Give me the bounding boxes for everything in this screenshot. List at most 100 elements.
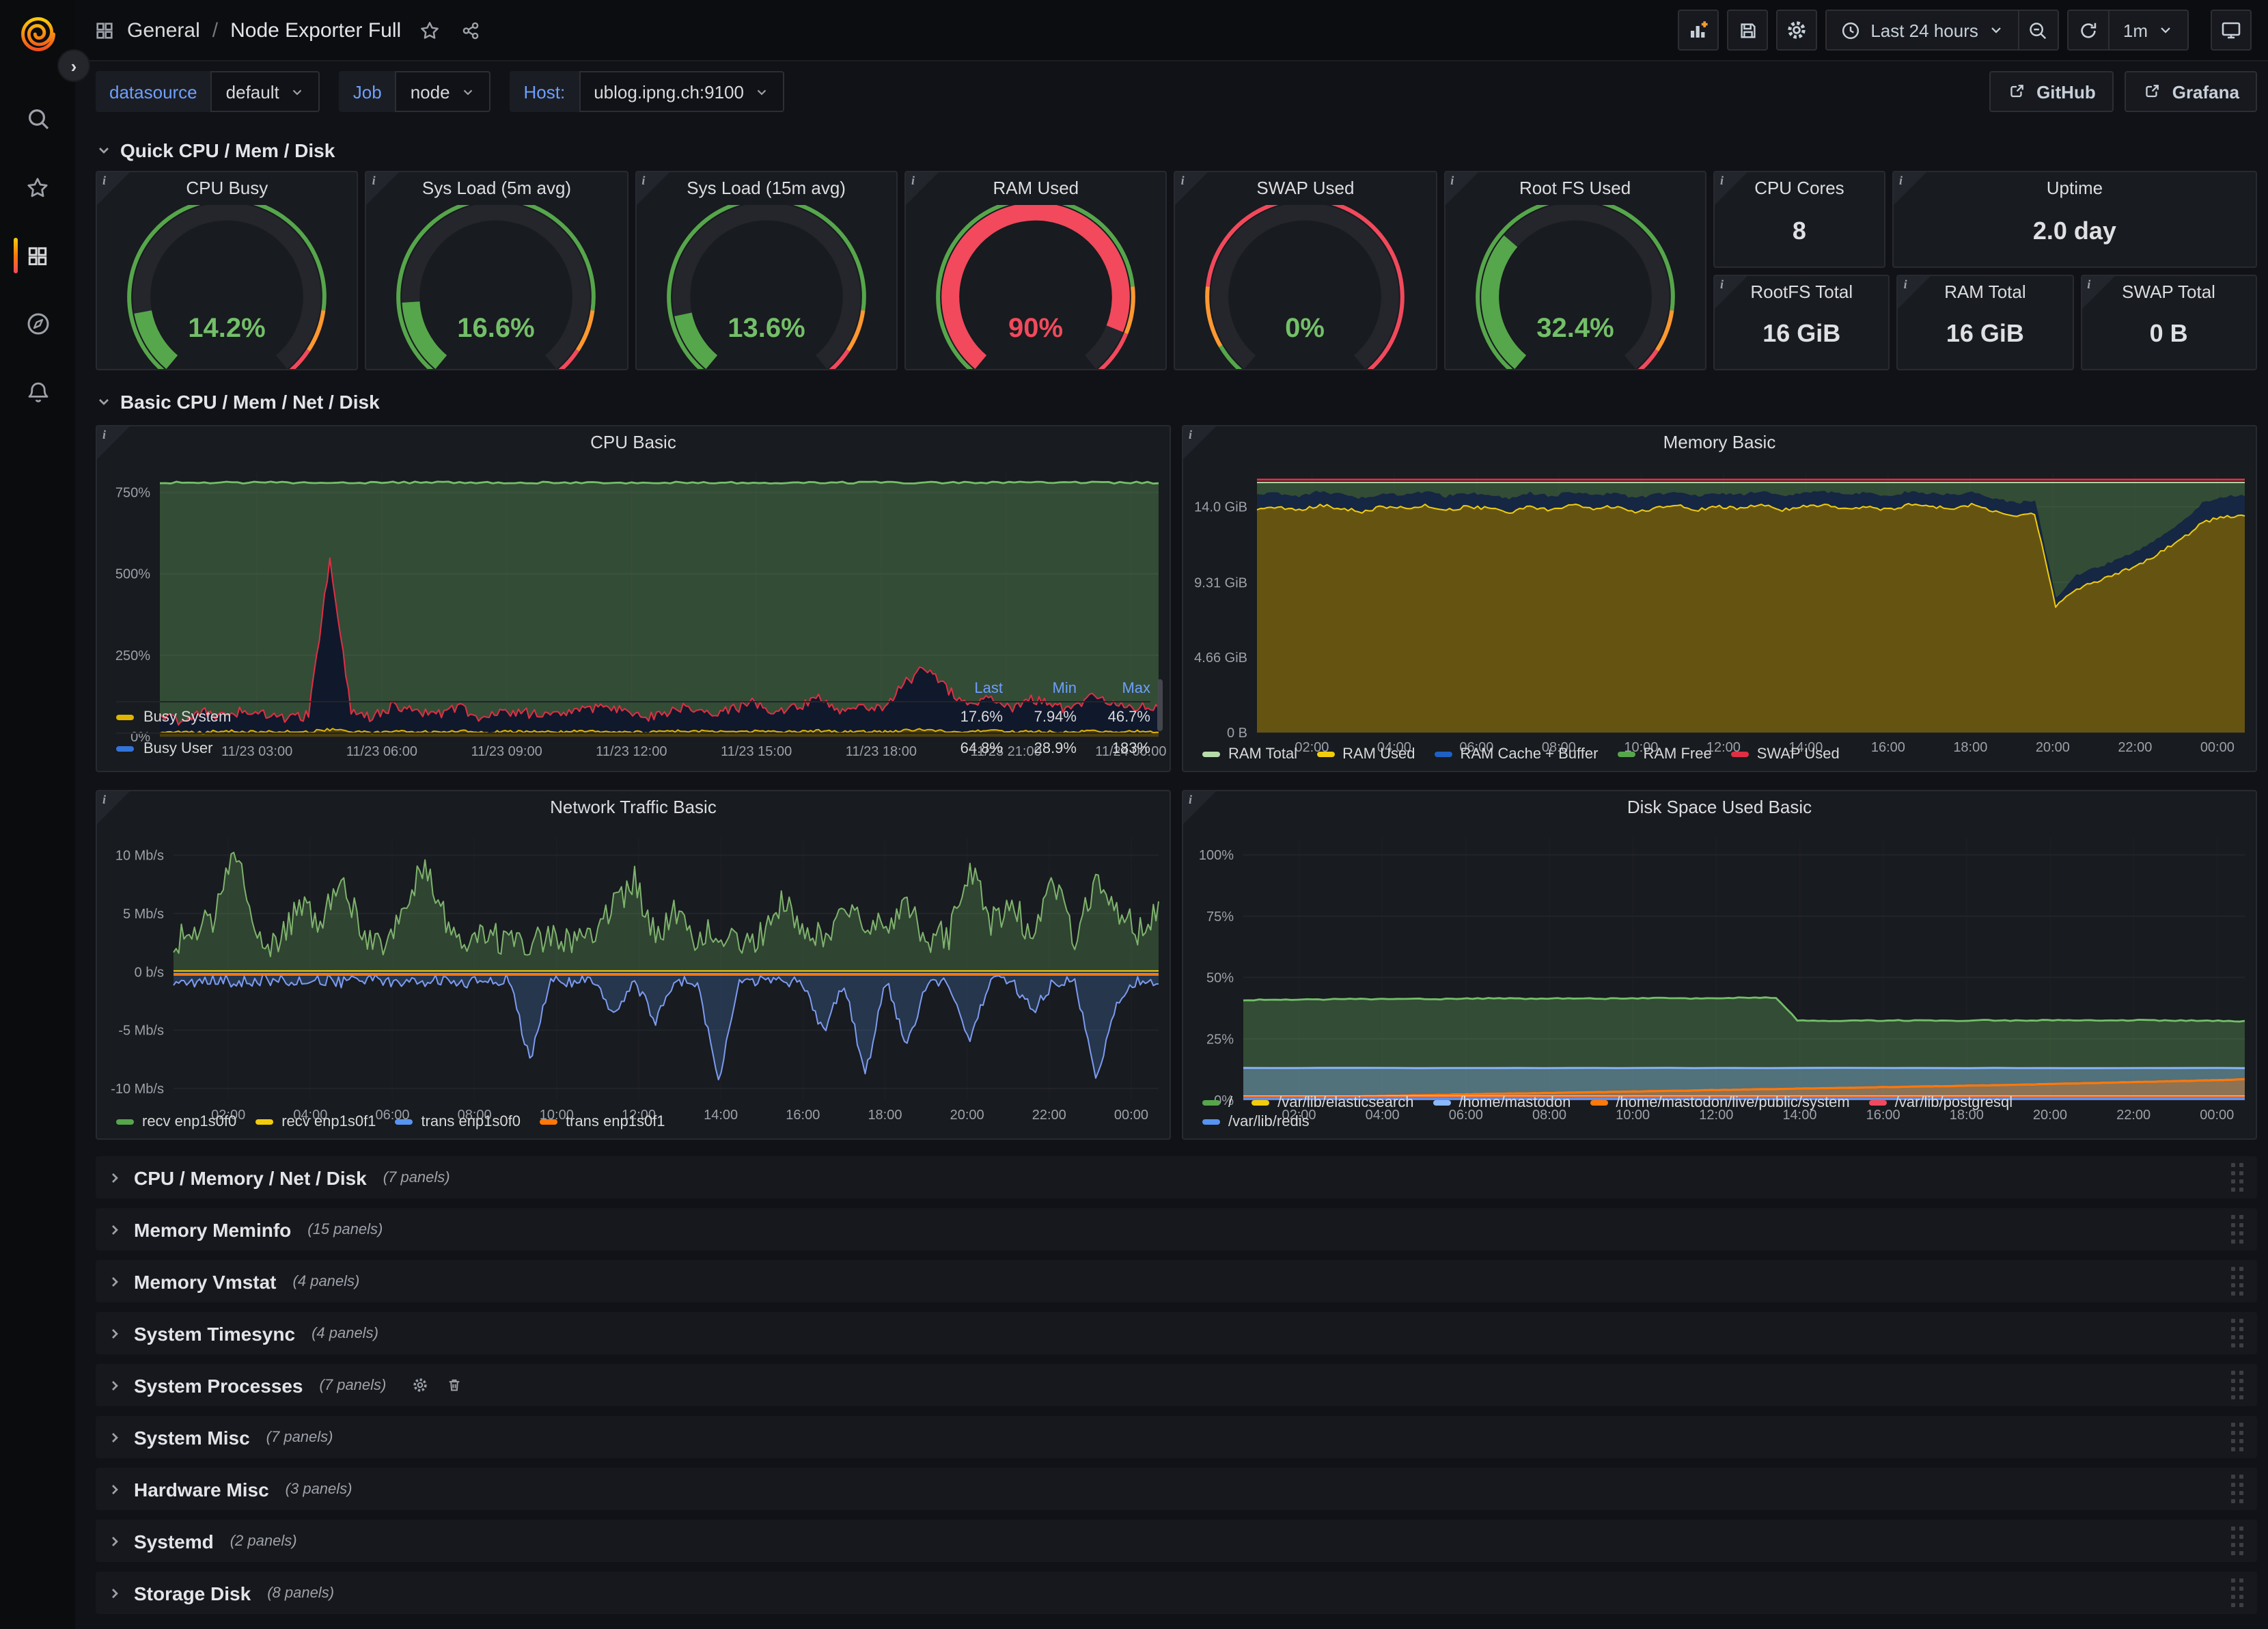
row-drag-handle[interactable] — [2231, 1423, 2243, 1451]
collapsed-row-system-timesync[interactable]: System Timesync(4 panels) — [96, 1312, 2257, 1354]
sidebar-item-search[interactable] — [0, 104, 75, 134]
sidebar-expand-button[interactable]: › — [57, 49, 90, 82]
refresh-interval-picker[interactable]: 1m — [2108, 10, 2189, 51]
share-icon[interactable] — [460, 20, 480, 40]
dashboard-settings-button[interactable] — [1776, 10, 1817, 51]
network-traffic-chart[interactable]: 02:0004:0006:0008:0010:0012:0014:0016:00… — [97, 827, 1170, 1111]
legend-header-min[interactable]: Min — [1003, 681, 1077, 697]
row-drag-handle[interactable] — [2231, 1527, 2243, 1555]
svg-text:4.66 GiB: 4.66 GiB — [1194, 651, 1247, 666]
row-settings-icon[interactable] — [411, 1376, 428, 1394]
legend-item[interactable]: /var/lib/postgresql — [1869, 1095, 2013, 1111]
collapsed-row-system-processes[interactable]: System Processes(7 panels) — [96, 1364, 2257, 1406]
row-title: Systemd — [134, 1530, 214, 1552]
gauge[interactable]: 14.2% — [97, 205, 357, 369]
panel-title[interactable]: SWAP Used — [1176, 172, 1436, 205]
row-drag-handle[interactable] — [2231, 1475, 2243, 1503]
collapsed-row-systemd[interactable]: Systemd(2 panels) — [96, 1520, 2257, 1562]
svg-text:14.2%: 14.2% — [188, 313, 265, 343]
panel-title[interactable]: Disk Space Used Basic — [1183, 791, 2256, 824]
time-picker-group: Last 24 hours — [1825, 10, 2059, 51]
row-drag-handle[interactable] — [2231, 1578, 2243, 1607]
variable-value-dropdown[interactable]: ublog.ipng.ch:9100 — [579, 71, 785, 112]
link-button-grafana[interactable]: Grafana — [2125, 71, 2257, 112]
legend-item[interactable]: recv enp1s0f1 — [255, 1114, 376, 1130]
collapsed-row-storage-disk[interactable]: Storage Disk(8 panels) — [96, 1572, 2257, 1614]
row-drag-handle[interactable] — [2231, 1215, 2243, 1244]
legend-series-name[interactable]: Busy User — [116, 741, 929, 757]
disk-space-chart[interactable]: 02:0004:0006:0008:0010:0012:0014:0016:00… — [1183, 827, 2256, 1092]
time-range-picker[interactable]: Last 24 hours — [1825, 10, 2018, 51]
panel-title[interactable]: Sys Load (15m avg) — [636, 172, 896, 205]
collapsed-row-system-misc[interactable]: System Misc(7 panels) — [96, 1416, 2257, 1458]
sidebar-item-explore[interactable] — [0, 309, 75, 339]
legend-item[interactable]: SWAP Used — [1731, 746, 1840, 763]
panel-title[interactable]: Uptime — [1894, 172, 2256, 205]
row-section-quick[interactable]: Quick CPU / Mem / Disk — [96, 135, 2257, 165]
gauge[interactable]: 0% — [1176, 205, 1436, 369]
row-delete-icon[interactable] — [445, 1376, 462, 1394]
refresh-button[interactable] — [2067, 10, 2108, 51]
variable-value-dropdown[interactable]: default — [211, 71, 320, 112]
legend-item[interactable]: trans enp1s0f1 — [540, 1114, 665, 1130]
grafana-logo[interactable] — [17, 14, 58, 55]
legend-item[interactable]: recv enp1s0f0 — [116, 1114, 236, 1130]
row-drag-handle[interactable] — [2231, 1163, 2243, 1192]
panel-title[interactable]: Memory Basic — [1183, 426, 2256, 459]
gauge[interactable]: 16.6% — [367, 205, 627, 369]
save-dashboard-button[interactable] — [1727, 10, 1768, 51]
legend-item[interactable]: /var/lib/elasticsearch — [1251, 1095, 1413, 1111]
star-dashboard-icon[interactable] — [419, 20, 439, 40]
legend-header-last[interactable]: Last — [929, 681, 1003, 697]
panel-title[interactable]: Network Traffic Basic — [97, 791, 1170, 824]
legend-item[interactable]: / — [1202, 1095, 1232, 1111]
drag-dot — [2231, 1578, 2235, 1583]
legend-item[interactable]: /var/lib/redis — [1202, 1114, 1310, 1130]
legend-item[interactable]: trans enp1s0f0 — [395, 1114, 521, 1130]
breadcrumb-folder[interactable]: General — [127, 18, 200, 42]
panel-title[interactable]: RAM Used — [906, 172, 1166, 205]
row-panel-count: (7 panels) — [320, 1377, 387, 1393]
zoom-out-time-button[interactable] — [2018, 10, 2059, 51]
legend-series-name[interactable]: Busy System — [116, 709, 929, 726]
drag-dot — [2231, 1595, 2235, 1599]
sidebar-item-dashboards[interactable] — [0, 241, 75, 271]
sidebar-item-alerting[interactable] — [0, 377, 75, 407]
variable-selected-value: ublog.ipng.ch:9100 — [594, 81, 744, 102]
collapsed-row-memory-meminfo[interactable]: Memory Meminfo(15 panels) — [96, 1208, 2257, 1250]
panel-title[interactable]: Sys Load (5m avg) — [367, 172, 627, 205]
collapsed-row-cpu---memory---net---disk[interactable]: CPU / Memory / Net / Disk(7 panels) — [96, 1156, 2257, 1199]
drag-dot — [2231, 1395, 2235, 1399]
panel-title[interactable]: CPU Basic — [97, 426, 1170, 459]
legend-scrollbar-thumb[interactable] — [1157, 679, 1163, 731]
collapsed-row-memory-vmstat[interactable]: Memory Vmstat(4 panels) — [96, 1260, 2257, 1302]
sidebar-item-starred[interactable] — [0, 172, 75, 202]
link-button-github[interactable]: GitHub — [1989, 71, 2114, 112]
cpu-basic-chart[interactable]: 11/23 03:0011/23 06:0011/23 09:0011/23 1… — [97, 462, 1170, 676]
collapsed-row-hardware-misc[interactable]: Hardware Misc(3 panels) — [96, 1468, 2257, 1510]
row-drag-handle[interactable] — [2231, 1267, 2243, 1296]
variable-value-dropdown[interactable]: node — [396, 71, 491, 112]
legend-header-max[interactable]: Max — [1077, 681, 1150, 697]
drag-dot — [2239, 1188, 2243, 1192]
drag-dot — [2231, 1491, 2235, 1495]
legend-item[interactable]: /home/mastodon/live/public/system — [1590, 1095, 1849, 1111]
legend-item[interactable]: /home/mastodon — [1433, 1095, 1571, 1111]
legend-item[interactable]: RAM Used — [1316, 746, 1415, 763]
kiosk-mode-button[interactable] — [2211, 10, 2252, 51]
drag-dot — [2239, 1379, 2243, 1383]
legend-item[interactable]: RAM Free — [1617, 746, 1711, 763]
row-drag-handle[interactable] — [2231, 1371, 2243, 1399]
stat-value: 0 B — [2082, 308, 2256, 369]
gauge[interactable]: 13.6% — [636, 205, 896, 369]
add-panel-button[interactable] — [1678, 10, 1719, 51]
legend-item[interactable]: RAM Total — [1202, 746, 1297, 763]
gauge[interactable]: 32.4% — [1445, 205, 1705, 369]
memory-basic-chart[interactable]: 02:0004:0006:0008:0010:0012:0014:0016:00… — [1183, 462, 2256, 743]
row-drag-handle[interactable] — [2231, 1319, 2243, 1347]
legend-item[interactable]: RAM Cache + Buffer — [1434, 746, 1598, 763]
panel-title[interactable]: CPU Busy — [97, 172, 357, 205]
panel-title[interactable]: Root FS Used — [1445, 172, 1705, 205]
row-section-basic[interactable]: Basic CPU / Mem / Net / Disk — [96, 387, 2257, 417]
gauge[interactable]: 90% — [906, 205, 1166, 369]
